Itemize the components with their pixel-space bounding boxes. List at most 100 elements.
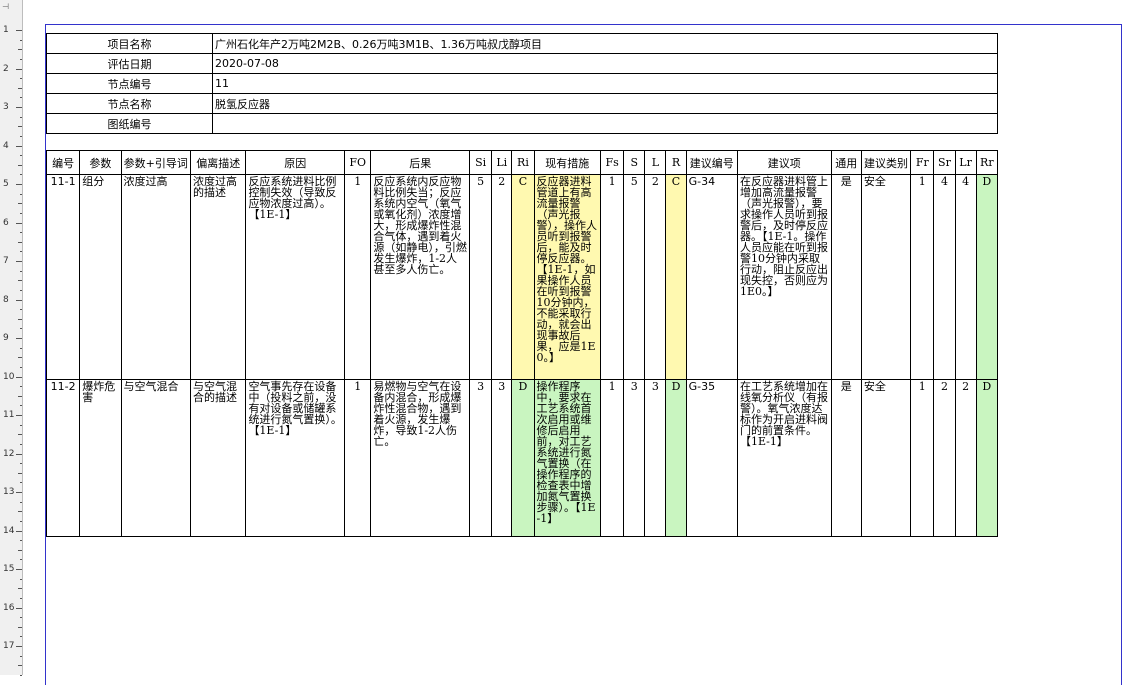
cell-rr[interactable]: D xyxy=(975,379,999,537)
cell-sr[interactable]: 2 xyxy=(933,379,956,537)
cell-r[interactable]: D xyxy=(665,379,687,537)
cell-r[interactable]: C xyxy=(665,174,687,380)
ruler-tick xyxy=(20,270,22,272)
cell-common[interactable]: 是 xyxy=(830,174,862,380)
cell-consequence[interactable]: 易燃物与空气在设备内混合，形成爆炸性混合物，遇到着火源，发生爆炸，导致1-2人伤… xyxy=(370,379,471,537)
ruler-label: 10 xyxy=(3,371,15,382)
cell-rec-id[interactable]: G-34 xyxy=(685,174,738,380)
cell-rec[interactable]: 在反应器进料管上增加高流量报警（声光报警），要求操作人员听到报警后，及时停反应器… xyxy=(736,174,832,380)
cell-consequence[interactable]: 反应系统内反应物料比例失当；反应系统内空气（氧气或氧化剂）浓度增大，形成爆炸性混… xyxy=(370,174,471,380)
cell-param[interactable]: 组分 xyxy=(79,174,122,380)
cell-ri[interactable]: D xyxy=(511,379,535,537)
cell-common[interactable]: 是 xyxy=(830,379,862,537)
cell-measures[interactable]: 反应器进料管道上有高流量报警（声光报警），操作人员听到报警后，能及时停反应器。【… xyxy=(533,174,602,380)
info-label: 项目名称 xyxy=(46,33,213,54)
ruler-tick xyxy=(16,415,22,416)
ruler-tick xyxy=(16,530,22,532)
ruler-tick xyxy=(16,222,22,224)
cell-param[interactable]: 爆炸危害 xyxy=(79,379,122,537)
ruler-tick xyxy=(20,463,22,465)
ruler-tick xyxy=(16,145,22,147)
column-header: 原因 xyxy=(245,150,346,175)
column-header: 偏离描述 xyxy=(190,150,247,175)
ruler-tick xyxy=(16,68,22,70)
ruler-label: 2 xyxy=(3,63,9,74)
ruler-tick xyxy=(18,126,22,128)
cell-l[interactable]: 2 xyxy=(644,174,667,380)
column-header: 建议编号 xyxy=(685,150,738,175)
ruler-tick xyxy=(16,569,22,570)
cell-si[interactable]: 3 xyxy=(469,379,493,537)
ruler-tick xyxy=(20,636,22,638)
column-header: 建议类别 xyxy=(860,150,912,175)
ruler-tick xyxy=(16,338,22,339)
column-header: 通用 xyxy=(830,150,862,175)
ruler-tick xyxy=(20,405,22,407)
cell-rr[interactable]: D xyxy=(975,174,999,380)
cell-fs[interactable]: 1 xyxy=(599,174,625,380)
cell-si[interactable]: 5 xyxy=(469,174,493,380)
info-value[interactable]: 脱氢反应器 xyxy=(212,93,998,114)
ruler-label: 8 xyxy=(3,294,9,305)
column-header: S xyxy=(623,150,646,175)
ruler-tick xyxy=(18,87,22,89)
cell-id[interactable]: 11-1 xyxy=(45,174,81,380)
cell-fr[interactable]: 1 xyxy=(910,174,935,380)
cell-fr[interactable]: 1 xyxy=(910,379,935,537)
ruler-tick xyxy=(20,424,22,426)
ruler-tick xyxy=(16,646,22,647)
column-header: Sr xyxy=(933,150,956,175)
cell-category[interactable]: 安全 xyxy=(860,174,912,380)
info-value[interactable] xyxy=(212,113,998,134)
cell-deviation[interactable]: 浓度过高的描述 xyxy=(190,174,247,380)
ruler-tick xyxy=(18,511,22,513)
cell-cause[interactable]: 空气事先存在设备中（投料之前，没有对设备或储罐系统进行氮气置换）。【1E-1】 xyxy=(245,379,346,537)
info-value[interactable]: 2020-07-08 xyxy=(212,53,998,74)
cell-lr[interactable]: 4 xyxy=(954,174,977,380)
cell-s[interactable]: 3 xyxy=(623,379,646,537)
cell-deviation[interactable]: 与空气混合的描述 xyxy=(190,379,247,537)
ruler-tick xyxy=(20,289,22,291)
ruler-tick xyxy=(20,578,22,580)
ruler-tick xyxy=(20,501,22,503)
cell-guide[interactable]: 浓度过高 xyxy=(120,174,192,380)
info-row: 评估日期 2020-07-08 xyxy=(46,53,998,74)
cell-rec[interactable]: 在工艺系统增加在线氧分析仪（有报警）。氧气浓度达标作为开启进料阀门的前置条件。【… xyxy=(736,379,832,537)
info-value[interactable]: 广州石化年产2万吨2M2B、0.26万吨3M1B、1.36万吨叔戊醇项目 xyxy=(212,33,998,54)
ruler-label: 3 xyxy=(3,102,9,112)
column-header: Fr xyxy=(910,150,935,175)
ruler-label: 13 xyxy=(3,487,15,497)
ruler-tick xyxy=(20,443,22,445)
ruler-tick xyxy=(20,559,22,561)
cell-l[interactable]: 3 xyxy=(644,379,667,537)
ruler-tick xyxy=(18,472,22,474)
cell-measures[interactable]: 操作程序中，要求在工艺系统首次启用或维修后启用前，对工艺系统进行氮气置换（在操作… xyxy=(533,379,602,537)
ruler-tick xyxy=(20,309,22,311)
info-row: 节点编号 11 xyxy=(46,73,998,94)
info-value[interactable]: 11 xyxy=(212,73,998,94)
cell-fo[interactable]: 1 xyxy=(344,379,372,537)
cell-id[interactable]: 11-2 xyxy=(45,379,81,537)
cell-cause[interactable]: 反应系统进料比例控制失效（导致反应物浓度过高）。【1E-1】 xyxy=(245,174,346,380)
ruler-tick xyxy=(16,607,22,609)
cell-ri[interactable]: C xyxy=(511,174,535,380)
cell-category[interactable]: 安全 xyxy=(860,379,912,537)
cell-guide[interactable]: 与空气混合 xyxy=(120,379,192,537)
cell-fs[interactable]: 1 xyxy=(599,379,625,537)
cell-rec-id[interactable]: G-35 xyxy=(685,379,738,537)
column-header: 建议项 xyxy=(736,150,832,175)
cell-li[interactable]: 3 xyxy=(491,379,513,537)
cell-li[interactable]: 2 xyxy=(491,174,513,380)
cell-lr[interactable]: 2 xyxy=(954,379,977,537)
cell-sr[interactable]: 4 xyxy=(933,174,956,380)
ruler-label: 15 xyxy=(3,564,15,574)
ruler-tick xyxy=(20,617,22,619)
ruler-tick xyxy=(20,386,22,388)
cell-s[interactable]: 5 xyxy=(623,174,646,380)
ruler-corner-icon: ⊣ xyxy=(2,2,9,11)
ruler-tick xyxy=(20,78,22,80)
cell-fo[interactable]: 1 xyxy=(344,174,372,380)
ruler-tick xyxy=(20,347,22,349)
column-header: Li xyxy=(491,150,513,175)
ruler-tick xyxy=(20,174,22,176)
